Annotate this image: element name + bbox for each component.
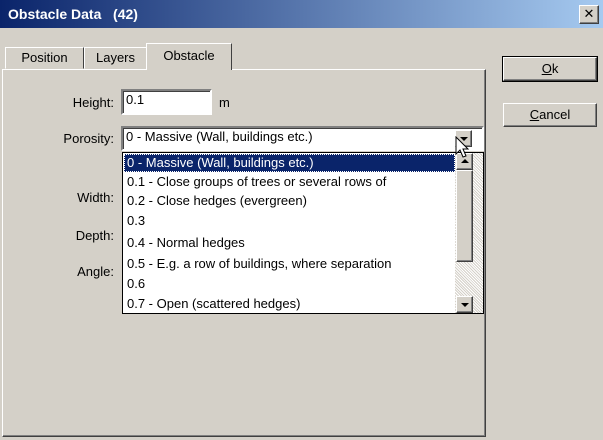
porosity-option[interactable]: 0.1 - Close groups of trees or several r… [124,173,455,191]
ok-button-label: k [551,61,559,76]
scroll-down-button[interactable] [456,296,473,313]
title-bar[interactable]: Obstacle Data (42) ✕ [0,0,603,28]
close-button[interactable]: ✕ [579,5,599,24]
chevron-down-icon [461,303,469,307]
window-title: Obstacle Data (42) [8,6,138,22]
porosity-option[interactable]: 0 - Massive (Wall, buildings etc.) [124,154,455,172]
cancel-button-label: ancel [539,107,571,122]
angle-label: Angle: [77,264,114,279]
porosity-option[interactable]: 0.7 - Open (scattered hedges) [124,295,455,313]
porosity-option[interactable]: 0.2 - Close hedges (evergreen) [124,192,455,210]
ok-button[interactable]: Ok [502,56,598,82]
mouse-cursor-icon [455,136,470,158]
height-input[interactable]: 0.1 [121,89,212,115]
porosity-option[interactable]: 0.6 [124,275,455,293]
porosity-option[interactable]: 0.5 - E.g. a row of buildings, where sep… [124,255,455,273]
tab-layers-label: Layers [95,50,136,65]
porosity-option[interactable]: 0.4 - Normal hedges [124,234,455,252]
tab-position-label: Position [21,50,68,65]
ok-button-mnemonic: O [541,61,552,76]
cancel-button[interactable]: Cancel [503,103,597,127]
tab-position[interactable]: Position [5,47,84,69]
width-label: Width: [77,190,114,205]
close-icon: ✕ [583,6,595,21]
porosity-label: Porosity: [63,131,114,146]
porosity-option[interactable]: 0.3 [124,212,455,230]
scroll-thumb[interactable] [456,170,473,262]
height-label: Height: [72,95,114,110]
depth-label: Depth: [75,228,114,243]
cancel-button-mnemonic: C [529,107,540,122]
tab-layers[interactable]: Layers [84,47,147,69]
height-unit: m [219,95,230,110]
porosity-select[interactable]: 0 - Massive (Wall, buildings etc.) [121,126,484,151]
porosity-dropdown-list[interactable]: 0 - Massive (Wall, buildings etc.) 0.1 -… [122,152,484,314]
tab-obstacle[interactable]: Obstacle [146,43,232,70]
tab-obstacle-label: Obstacle [163,48,215,63]
